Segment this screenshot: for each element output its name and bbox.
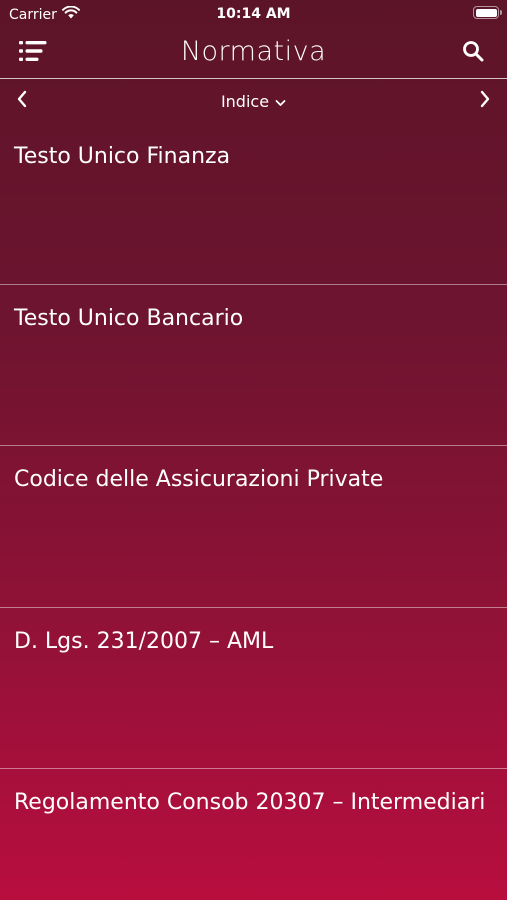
list-item-dlgs-231-2007-aml[interactable]: D. Lgs. 231/2007 – AML bbox=[0, 608, 507, 769]
navigation-bar: Normativa bbox=[0, 28, 507, 79]
index-label: Indice bbox=[220, 92, 270, 111]
chevron-down-icon bbox=[275, 92, 286, 111]
chevron-right-icon bbox=[479, 90, 491, 112]
list-item-label: D. Lgs. 231/2007 – AML bbox=[14, 629, 274, 654]
status-time: 10:14 AM bbox=[216, 6, 291, 22]
status-bar: Carrier 10:14 AM bbox=[0, 0, 507, 28]
list-item-label: Codice delle Assicurazioni Private bbox=[14, 467, 384, 492]
battery-icon bbox=[473, 6, 502, 19]
list-item-codice-assicurazioni-private[interactable]: Codice delle Assicurazioni Private bbox=[0, 446, 507, 607]
battery-level bbox=[475, 8, 497, 17]
index-dropdown[interactable]: Indice bbox=[204, 92, 304, 111]
next-button[interactable] bbox=[473, 89, 497, 113]
list-item-label: Testo Unico Bancario bbox=[14, 306, 244, 331]
list-item-label: Testo Unico Finanza bbox=[14, 144, 231, 169]
list-item-testo-unico-finanza[interactable]: Testo Unico Finanza bbox=[0, 123, 507, 284]
page-title: Normativa bbox=[180, 36, 327, 67]
previous-button[interactable] bbox=[10, 89, 34, 113]
index-toolbar: Indice bbox=[0, 79, 507, 123]
list-item-label: Regolamento Consob 20307 – Intermediari bbox=[14, 790, 486, 815]
chevron-left-icon bbox=[16, 90, 28, 112]
list-item-regolamento-consob-20307[interactable]: Regolamento Consob 20307 – Intermediari bbox=[0, 769, 507, 900]
search-icon bbox=[462, 40, 484, 66]
search-button[interactable] bbox=[459, 40, 487, 66]
list-item-testo-unico-bancario[interactable]: Testo Unico Bancario bbox=[0, 285, 507, 446]
